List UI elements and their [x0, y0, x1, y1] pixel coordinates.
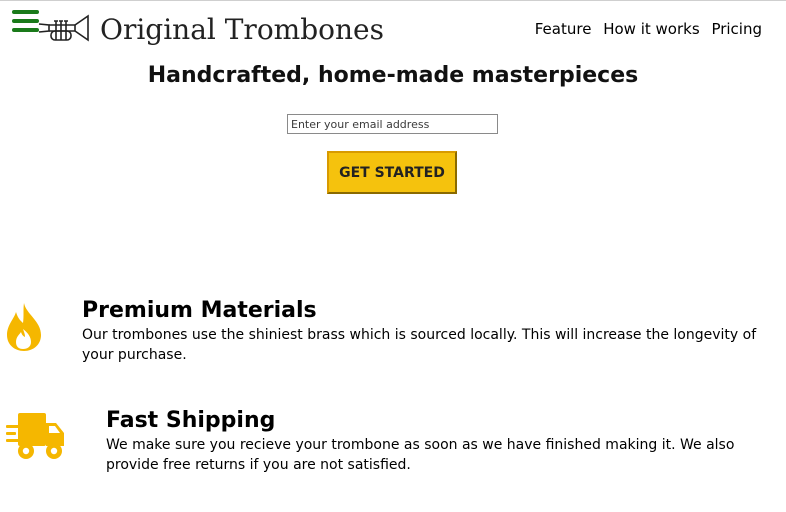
- nav-link-feature[interactable]: Feature: [535, 20, 592, 38]
- main-nav: Feature How it works Pricing: [528, 20, 762, 38]
- get-started-button[interactable]: GET STARTED: [327, 151, 457, 194]
- feature-fast-shipping: Fast Shipping We make sure you recieve y…: [0, 406, 786, 486]
- hero-headline: Handcrafted, home-made masterpieces: [147, 63, 639, 88]
- nav-link-pricing[interactable]: Pricing: [711, 20, 762, 38]
- email-input[interactable]: [287, 114, 498, 134]
- top-border: [0, 0, 786, 1]
- feature-description: Our trombones use the shiniest brass whi…: [82, 327, 757, 363]
- fire-icon: [7, 303, 41, 351]
- feature-title: Premium Materials: [82, 298, 317, 323]
- hamburger-menu-icon[interactable]: [12, 10, 39, 32]
- nav-link-how-it-works[interactable]: How it works: [603, 20, 699, 38]
- feature-premium-materials: Premium Materials Our trombones use the …: [0, 296, 786, 376]
- site-logo[interactable]: Original Trombones: [37, 9, 384, 49]
- trumpet-icon: [38, 14, 89, 42]
- feature-description: We make sure you recieve your trombone a…: [106, 437, 735, 473]
- brand-name: Original Trombones: [100, 13, 384, 46]
- truck-icon: [6, 413, 64, 459]
- feature-title: Fast Shipping: [106, 408, 276, 433]
